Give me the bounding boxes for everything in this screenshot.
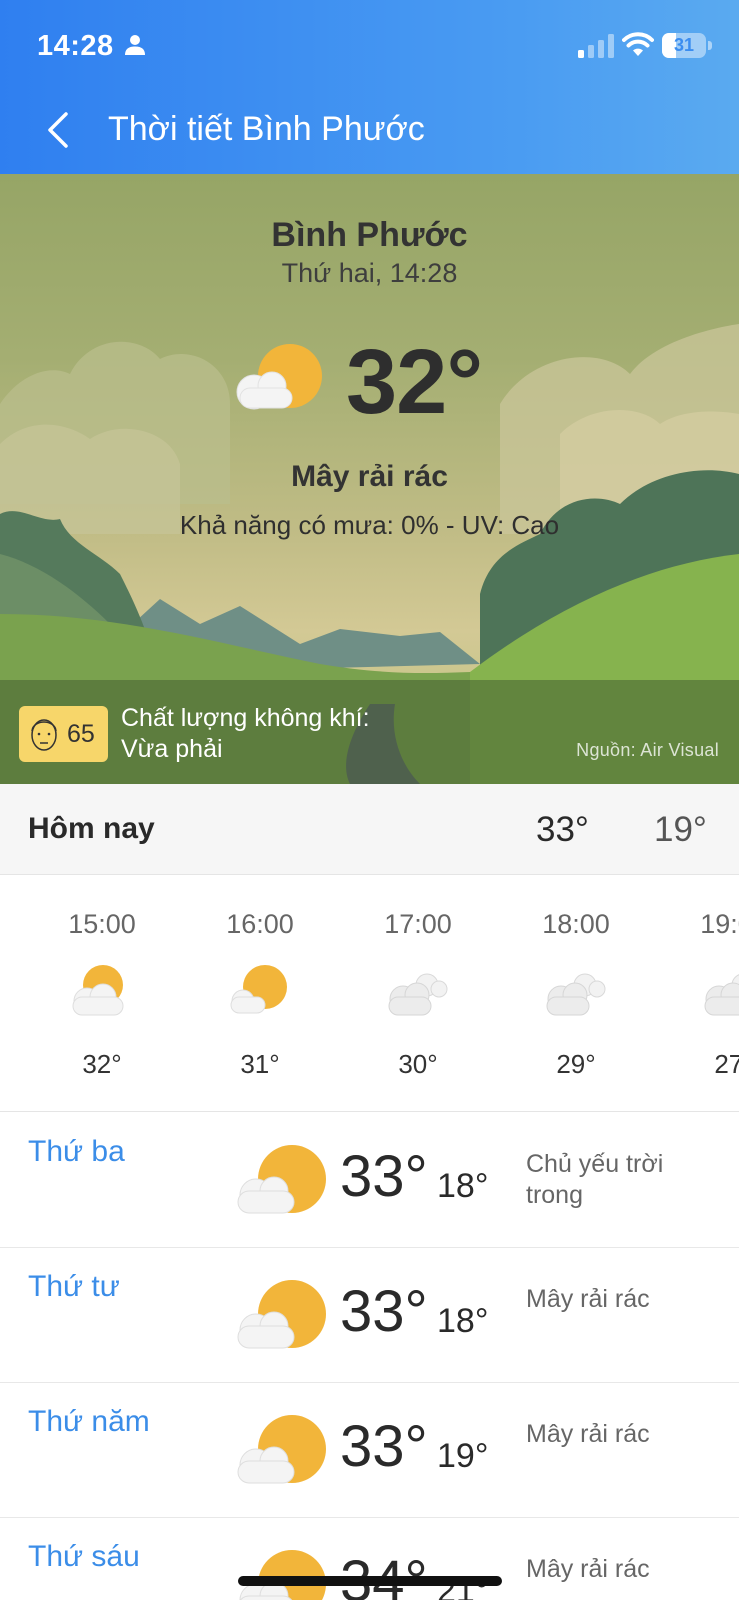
today-summary: Hôm nay 33° 19°: [0, 784, 739, 875]
today-low: 19°: [654, 810, 707, 849]
air-quality-bar[interactable]: 65 Chất lượng không khí: Vừa phải Nguồn:…: [0, 680, 739, 784]
hour-item: 18:00 29°: [497, 875, 655, 1111]
hour-time: 17:00: [384, 909, 452, 939]
day-name: Thứ sáu: [28, 1540, 140, 1573]
app-header: 14:28 31 Thời tiết Bình Phước: [0, 0, 739, 174]
rain-uv-text: Khả năng có mưa: 0% - UV: Cao: [179, 510, 560, 540]
day-high: 33°: [340, 1279, 428, 1344]
hour-time: 16:00: [226, 909, 294, 939]
partly-cloudy-icon: [237, 1280, 326, 1349]
weather-screen: 14:28 31 Thời tiết Bình Phước Bình Phước…: [0, 0, 739, 1600]
day-name: Thứ tư: [28, 1270, 120, 1303]
aqi-status: Vừa phải: [121, 735, 223, 763]
cloudy-icon: [388, 973, 448, 1016]
partly-cloudy-icon: [237, 1415, 326, 1484]
cloudy-icon: [704, 974, 739, 1016]
hour-time: 15:00: [68, 909, 136, 939]
signal-icon: [578, 34, 614, 58]
current-weather-panel: Bình Phước Thứ hai, 14:28 32° Mây rải rá…: [0, 174, 739, 784]
hour-time: 19:00: [700, 909, 739, 939]
day-desc: Chủ yếu trời trong: [526, 1150, 664, 1209]
cloudy-icon: [546, 973, 606, 1016]
daily-row[interactable]: Thứ sáu 34° 21° Mây rải rác: [0, 1518, 739, 1600]
status-time: 14:28: [37, 30, 114, 62]
hour-item: 19:00 27°: [655, 875, 739, 1111]
hourly-forecast[interactable]: 15:00 32° 16:00 31° 17:00 30° 18:00 29° …: [0, 875, 739, 1112]
face-icon: [31, 719, 57, 751]
day-low: 18°: [437, 1302, 489, 1340]
aqi-value: 65: [67, 720, 95, 748]
condition-text: Mây rải rác: [291, 460, 448, 493]
day-high: 33°: [340, 1414, 428, 1479]
partly-cloudy-icon: [72, 965, 124, 1016]
aqi-badge: 65: [19, 706, 108, 762]
wifi-icon: [622, 32, 654, 56]
day-desc: Mây rải rác: [526, 1555, 650, 1583]
day-low: 18°: [437, 1167, 489, 1205]
today-high: 33°: [536, 810, 589, 849]
day-name: Thứ ba: [28, 1135, 125, 1168]
partly-cloudy-icon: [230, 965, 287, 1014]
hour-item: 17:00 30°: [339, 875, 497, 1111]
daily-row[interactable]: Thứ năm 33° 19° Mây rải rác: [0, 1383, 739, 1518]
battery-level: 31: [673, 35, 695, 55]
aqi-label: Chất lượng không khí:: [121, 704, 370, 732]
hour-item: 15:00 32°: [23, 875, 181, 1111]
day-desc: Mây rải rác: [526, 1285, 650, 1313]
hour-temp: 32°: [82, 1049, 122, 1079]
daily-row[interactable]: Thứ ba 33° 18° Chủ yếu trời trong: [0, 1113, 739, 1248]
hour-temp: 29°: [556, 1049, 596, 1079]
current-temperature: 32°: [346, 331, 483, 433]
day-low: 19°: [437, 1437, 489, 1475]
battery-icon: 31: [662, 33, 712, 58]
hour-time: 18:00: [542, 909, 610, 939]
day-desc: Mây rải rác: [526, 1420, 650, 1448]
day-high: 34°: [340, 1549, 428, 1600]
person-icon: [125, 35, 145, 55]
hour-item: 16:00 31°: [181, 875, 339, 1111]
partly-cloudy-icon: [236, 344, 322, 410]
hour-temp: 31°: [240, 1049, 280, 1079]
date-time: Thứ hai, 14:28: [281, 258, 458, 288]
day-name: Thứ năm: [28, 1405, 150, 1438]
home-indicator[interactable]: [238, 1576, 502, 1586]
day-high: 33°: [340, 1144, 428, 1209]
daily-row[interactable]: Thứ tư 33° 18° Mây rải rác: [0, 1248, 739, 1383]
partly-cloudy-icon: [239, 1550, 326, 1600]
city-name: Bình Phước: [271, 216, 468, 254]
today-label: Hôm nay: [28, 812, 155, 845]
hour-temp: 27°: [714, 1049, 739, 1079]
back-button[interactable]: [38, 108, 78, 152]
page-title: Thời tiết Bình Phước: [108, 110, 425, 148]
hour-temp: 30°: [398, 1049, 438, 1079]
aqi-source: Nguồn: Air Visual: [576, 740, 719, 760]
partly-cloudy-icon: [237, 1145, 326, 1214]
